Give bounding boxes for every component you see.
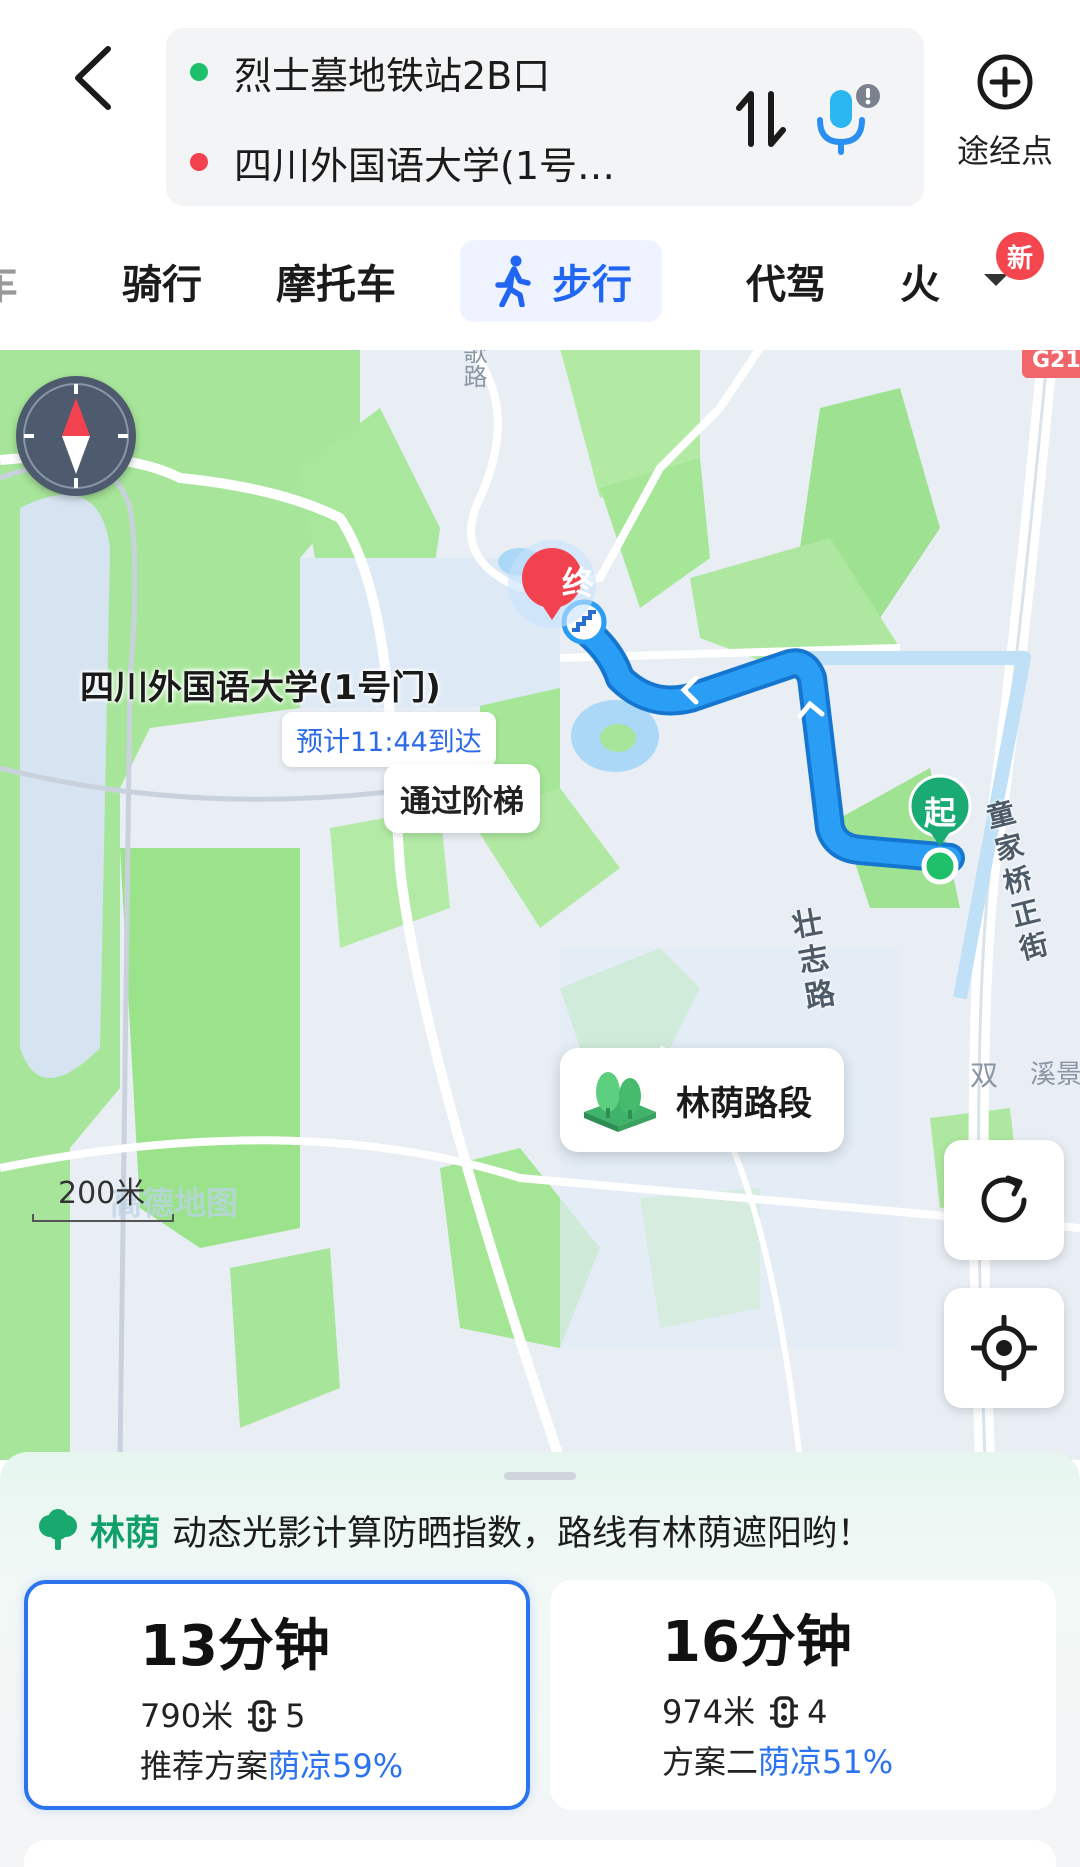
- plan-duration: 13分钟: [140, 1614, 330, 1679]
- add-waypoint-button[interactable]: 途经点: [944, 52, 1066, 182]
- walking-person-icon: [495, 255, 531, 307]
- tab-car-label: 车: [0, 252, 18, 310]
- start-marker-label: 起: [924, 794, 957, 832]
- destination-name-label[interactable]: 四川外国语大学(1号门): [80, 660, 441, 709]
- plan-description: 推荐方案荫凉59%: [140, 1746, 526, 1786]
- plan-shade-percent: 荫凉51%: [758, 1743, 894, 1781]
- stairs-note: 通过阶梯: [384, 764, 540, 833]
- shade-notice-tag: 林荫: [90, 1513, 161, 1554]
- swap-button[interactable]: [726, 84, 796, 154]
- map-scale: 200米: [32, 1168, 174, 1222]
- end-marker-label: 终: [562, 564, 595, 602]
- tab-car-partial[interactable]: 车: [0, 240, 18, 322]
- plan-name: 推荐方案: [140, 1747, 269, 1785]
- waypoint-label: 途经点: [956, 132, 1053, 170]
- refresh-icon: [981, 1175, 1027, 1223]
- scale-label: 200米: [58, 1176, 146, 1211]
- tab-chauffeur[interactable]: 代驾: [746, 240, 826, 322]
- start-location-dot: [921, 847, 959, 885]
- voice-input-button[interactable]: [806, 80, 886, 160]
- park-area: [230, 1248, 340, 1428]
- plan-duration: 16分钟: [662, 1610, 852, 1675]
- route-header: 烈士墓地铁站2B口 四川外国语大学(1号… 途经点: [0, 0, 1080, 226]
- map-partial-label-2: 溪景: [1030, 1060, 1080, 1090]
- tab-motorcycle-label: 摩托车: [276, 262, 396, 308]
- plan-traffic-lights: 4: [807, 1693, 828, 1731]
- locate-me-button[interactable]: [944, 1288, 1064, 1408]
- tab-cycling[interactable]: 骑行: [122, 240, 202, 322]
- swap-arrows-icon: [736, 91, 786, 147]
- road-label-top: 歌路: [459, 348, 487, 388]
- scale-bar: [32, 1214, 174, 1222]
- traffic-light-icon: [248, 1700, 277, 1732]
- start-location-text: 烈士墓地铁站2B口: [234, 53, 551, 98]
- tab-train-label: 火: [900, 262, 940, 308]
- sheet-drag-handle[interactable]: [504, 1472, 576, 1480]
- route-plan-card-recommended[interactable]: 13分钟 790米 5 推荐方案荫凉59%: [24, 1580, 530, 1810]
- tree-icon: [39, 1509, 77, 1550]
- route-input-box: 烈士墓地铁站2B口 四川外国语大学(1号…: [166, 28, 924, 206]
- new-badge: 新: [996, 232, 1044, 280]
- back-button[interactable]: [58, 38, 128, 118]
- next-card-peek[interactable]: [24, 1840, 1056, 1867]
- plan-meta: 790米 5: [140, 1696, 526, 1736]
- trees-icon: [584, 1072, 656, 1132]
- crosshair-icon: [971, 1315, 1037, 1381]
- plan-meta: 974米 4: [662, 1692, 1056, 1732]
- start-dot-icon: [190, 63, 208, 81]
- chevron-left-icon: [75, 46, 111, 110]
- tab-train-partial[interactable]: 火: [900, 240, 940, 322]
- lake-island: [600, 724, 636, 752]
- plan-name: 方案二: [662, 1743, 759, 1781]
- shade-notice-text: 动态光影计算防晒指数，路线有林荫遮阳哟！: [172, 1513, 873, 1554]
- start-location-field[interactable]: 烈士墓地铁站2B口: [190, 42, 550, 102]
- plan-distance: 974米: [662, 1693, 756, 1731]
- eta-label: 预计11:44到达: [282, 712, 496, 767]
- microphone-icon: [817, 84, 880, 155]
- tab-cycling-label: 骑行: [122, 262, 202, 308]
- map-canvas: [0, 348, 1080, 1460]
- plan-shade-percent: 荫凉59%: [268, 1747, 404, 1785]
- shade-segment-callout[interactable]: 林荫路段: [560, 1048, 844, 1152]
- compass-button[interactable]: [16, 376, 136, 496]
- end-dot-icon: [190, 153, 208, 171]
- route-options-sheet: 林荫 动态光影计算防晒指数，路线有林荫遮阳哟！ 13分钟 790米 5 推荐方案…: [0, 1452, 1080, 1867]
- plan-traffic-lights: 5: [285, 1697, 306, 1735]
- compass-icon: [23, 383, 129, 489]
- traffic-light-icon: [770, 1696, 799, 1728]
- tab-walking[interactable]: 步行: [460, 240, 662, 322]
- route-map[interactable]: 终 起 G212 歌路 四川外国语大学(1号门) 预计11:44到达 通过阶梯 …: [0, 348, 1080, 1460]
- transport-mode-tabs: 车 骑行 摩托车 步行 代驾 火: [0, 226, 1080, 350]
- plus-circle-icon: [977, 54, 1033, 110]
- refresh-route-button[interactable]: [944, 1140, 1064, 1260]
- route-plan-card-alternative[interactable]: 16分钟 974米 4 方案二荫凉51%: [550, 1580, 1056, 1810]
- tab-chauffeur-label: 代驾: [746, 262, 826, 308]
- shade-segment-label: 林荫路段: [676, 1083, 812, 1124]
- map-partial-label-1: 双: [970, 1059, 999, 1092]
- highway-badge-label: G212: [1032, 348, 1080, 373]
- tab-walking-label: 步行: [552, 262, 632, 308]
- end-location-field[interactable]: 四川外国语大学(1号…: [190, 132, 615, 192]
- plan-description: 方案二荫凉51%: [662, 1742, 1056, 1782]
- tab-motorcycle[interactable]: 摩托车: [276, 240, 396, 322]
- plan-distance: 790米: [140, 1697, 234, 1735]
- shade-notice[interactable]: 林荫 动态光影计算防晒指数，路线有林荫遮阳哟！: [36, 1500, 872, 1560]
- end-location-text: 四川外国语大学(1号…: [234, 143, 616, 188]
